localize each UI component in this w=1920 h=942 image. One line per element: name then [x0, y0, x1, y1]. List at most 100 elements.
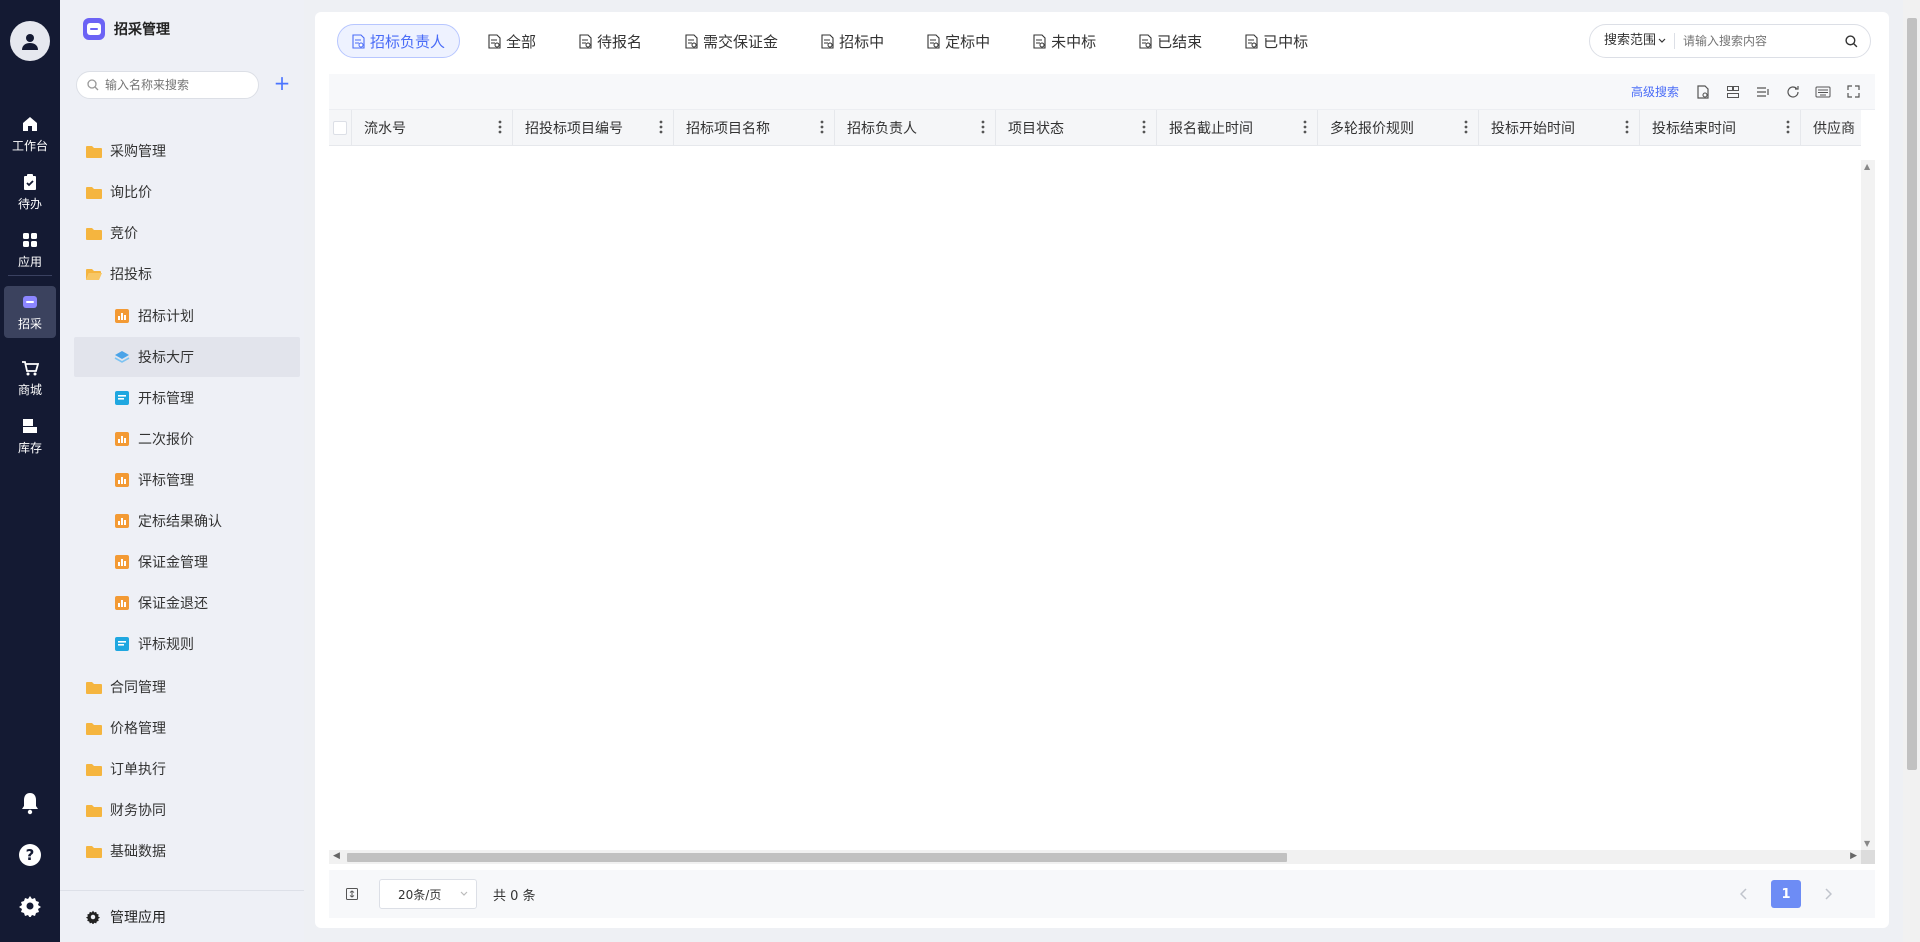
column-menu-icon[interactable]	[981, 120, 985, 137]
export-icon[interactable]	[1695, 84, 1711, 100]
rail-item-workbench[interactable]: 工作台	[4, 108, 56, 160]
menu-item[interactable]: 基础数据	[74, 831, 300, 871]
rail-item-todo[interactable]: 待办	[4, 166, 56, 218]
menu-item[interactable]: 评标规则	[74, 624, 300, 664]
user-avatar[interactable]	[10, 21, 50, 61]
search-input[interactable]	[1683, 34, 1834, 48]
menu-item-label: 订单执行	[110, 762, 166, 778]
column-header[interactable]: 项目状态	[996, 110, 1157, 146]
horizontal-scroll-thumb[interactable]	[347, 853, 1287, 862]
column-header[interactable]: 流水号	[352, 110, 513, 146]
column-menu-icon[interactable]	[1464, 120, 1468, 137]
help-button[interactable]: ?	[0, 843, 60, 867]
scroll-left-icon[interactable]: ◀	[333, 851, 340, 861]
menu-item[interactable]: 招投标	[74, 254, 300, 294]
form-doc-icon	[114, 390, 130, 406]
rail-item-mall[interactable]: 商城	[4, 352, 56, 404]
menu-item[interactable]: 定标结果确认	[74, 501, 300, 541]
menu-item-label: 保证金管理	[138, 555, 208, 571]
menu-item[interactable]: 保证金退还	[74, 583, 300, 623]
folder-icon	[86, 143, 102, 159]
refresh-icon[interactable]	[1785, 84, 1801, 100]
status-tab[interactable]: 已结束	[1124, 24, 1217, 58]
column-header[interactable]: 供应商	[1801, 110, 1861, 146]
column-header[interactable]: 投标结束时间	[1640, 110, 1801, 146]
menu-item[interactable]: 竞价	[74, 213, 300, 253]
menu-item-label: 基础数据	[110, 844, 166, 860]
home-icon	[20, 114, 40, 134]
column-header[interactable]: 投标开始时间	[1479, 110, 1640, 146]
notification-button[interactable]	[0, 791, 60, 815]
rail-item-inventory[interactable]: 库存	[4, 410, 56, 462]
folder-open-icon	[86, 266, 102, 282]
page-number-current[interactable]: 1	[1771, 880, 1801, 908]
column-menu-icon[interactable]	[1625, 120, 1629, 137]
status-tab[interactable]: 招标中	[806, 24, 899, 58]
menu-item[interactable]: 询比价	[74, 172, 300, 212]
status-tab-label: 已中标	[1263, 32, 1309, 51]
page-scroll-thumb[interactable]	[1907, 18, 1917, 770]
search-scope-dropdown[interactable]: 搜索范围	[1604, 33, 1676, 49]
column-header[interactable]: 报名截止时间	[1157, 110, 1318, 146]
column-header[interactable]: 招标负责人	[835, 110, 996, 146]
layers-icon	[114, 349, 130, 365]
status-tab[interactable]: 招标负责人	[337, 24, 461, 58]
scroll-right-icon[interactable]: ▶	[1850, 851, 1857, 861]
column-settings-icon[interactable]	[1725, 84, 1741, 100]
column-header[interactable]: 招投标项目编号	[513, 110, 674, 146]
status-tab[interactable]: 需交保证金	[670, 24, 793, 58]
menu-item[interactable]: 投标大厅	[74, 337, 300, 377]
menu-item[interactable]: 合同管理	[74, 667, 300, 707]
rail-item-apps[interactable]: 应用	[4, 224, 56, 276]
add-menu-button[interactable]: +	[272, 73, 292, 94]
status-tab[interactable]: 已中标	[1230, 24, 1323, 58]
scroll-up-icon[interactable]: ▲	[1864, 162, 1870, 171]
grid-header: 流水号 招投标项目编号 招标项目名称 招标负责人 项目状态 报名截止时间 多轮报价规则 投标开…	[329, 110, 1861, 146]
column-menu-icon[interactable]	[498, 120, 502, 137]
grid-horizontal-scrollbar[interactable]: ◀ ▶	[329, 850, 1861, 864]
menu-item[interactable]: 订单执行	[74, 749, 300, 789]
status-tab[interactable]: 待报名	[564, 24, 657, 58]
status-tab-label: 招标中	[839, 32, 885, 51]
menu-item[interactable]: 保证金管理	[74, 542, 300, 582]
column-header[interactable]: 多轮报价规则	[1318, 110, 1479, 146]
status-tab-label: 全部	[506, 32, 537, 51]
column-header[interactable]: 招标项目名称	[674, 110, 835, 146]
select-all-checkbox[interactable]	[333, 121, 347, 135]
chevron-left-icon	[1740, 888, 1747, 900]
row-density-icon[interactable]	[1755, 84, 1771, 100]
status-tab[interactable]: 定标中	[912, 24, 1005, 58]
column-menu-icon[interactable]	[659, 120, 663, 137]
column-menu-icon[interactable]	[1142, 120, 1146, 137]
rail-item-procurement[interactable]: 招采	[4, 286, 56, 338]
menu-search-input[interactable]	[105, 78, 245, 92]
next-page-button[interactable]	[1813, 880, 1843, 908]
status-tab[interactable]: 全部	[473, 24, 551, 58]
column-menu-icon[interactable]	[1786, 120, 1790, 137]
prev-page-button[interactable]	[1729, 880, 1759, 908]
grid-vertical-scrollbar[interactable]: ▲ ▼	[1861, 160, 1875, 850]
column-menu-icon[interactable]	[1303, 120, 1307, 137]
pager-settings-icon[interactable]	[345, 886, 361, 902]
menu-item-label: 价格管理	[110, 721, 166, 737]
menu-item[interactable]: 价格管理	[74, 708, 300, 748]
scroll-down-icon[interactable]: ▼	[1864, 839, 1870, 848]
menu-item[interactable]: 二次报价	[74, 419, 300, 459]
keyboard-icon[interactable]	[1815, 84, 1831, 100]
menu-item-label: 采购管理	[110, 144, 166, 160]
page-vertical-scrollbar[interactable]	[1903, 0, 1920, 942]
menu-item[interactable]: 采购管理	[74, 131, 300, 171]
fullscreen-icon[interactable]	[1845, 84, 1861, 100]
menu-item[interactable]: 开标管理	[74, 378, 300, 418]
status-tab[interactable]: 未中标	[1018, 24, 1111, 58]
menu-item[interactable]: 评标管理	[74, 460, 300, 500]
menu-item[interactable]: 财务协同	[74, 790, 300, 830]
advanced-search-link[interactable]: 高级搜索	[1631, 83, 1679, 100]
settings-button[interactable]	[0, 895, 60, 917]
top-search-box[interactable]: 搜索范围	[1589, 24, 1871, 58]
column-menu-icon[interactable]	[820, 120, 824, 137]
manage-apps-button[interactable]: 管理应用	[60, 890, 304, 942]
menu-item[interactable]: 招标计划	[74, 296, 300, 336]
menu-search-box[interactable]	[76, 71, 259, 99]
page-size-select[interactable]: 20条/页	[379, 879, 477, 909]
